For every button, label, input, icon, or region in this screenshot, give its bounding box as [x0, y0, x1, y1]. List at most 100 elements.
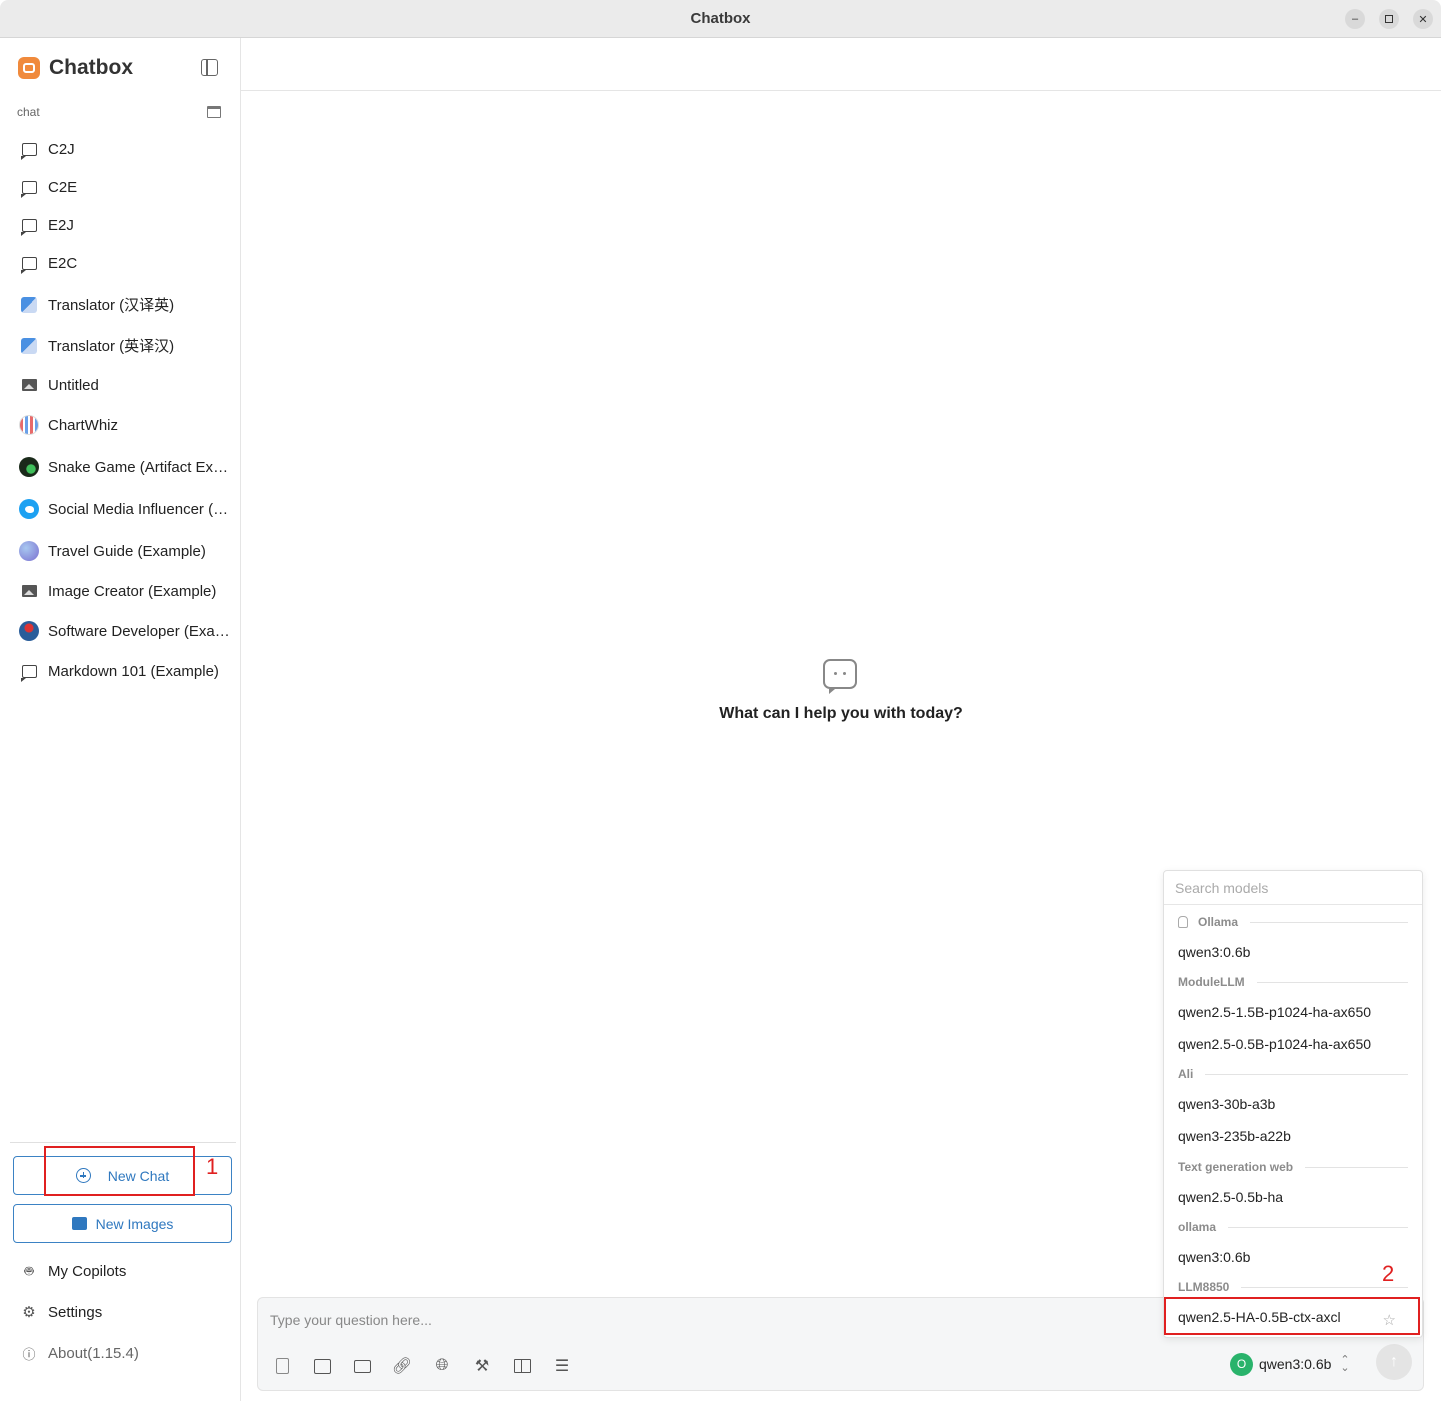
session-item-e2c[interactable]: E2C: [19, 253, 234, 274]
session-item-translator-zh-en[interactable]: Translator (汉译英): [19, 294, 234, 315]
session-item-image-creator[interactable]: Image Creator (Example): [19, 581, 234, 601]
close-button[interactable]: ✕: [1413, 9, 1433, 29]
my-copilots-label: My Copilots: [48, 1263, 127, 1280]
attach-file-icon[interactable]: [272, 1356, 292, 1376]
welcome-text: What can I help you with today?: [719, 705, 963, 722]
send-button[interactable]: ↑: [1376, 1344, 1412, 1380]
settings-item[interactable]: ⚙ Settings: [20, 1303, 102, 1322]
model-search-input[interactable]: [1175, 878, 1410, 898]
session-label: C2E: [48, 178, 78, 196]
image-upload-icon[interactable]: [312, 1356, 332, 1376]
chat-bubble-icon: [19, 661, 39, 682]
hammer-icon[interactable]: ⚒: [472, 1356, 492, 1376]
session-item-markdown-101[interactable]: Markdown 101 (Example): [19, 661, 234, 682]
current-model-label: qwen3:0.6b: [1259, 1356, 1332, 1372]
model-search: [1164, 871, 1422, 905]
model-option[interactable]: qwen3:0.6b: [1178, 944, 1410, 960]
group-header-modulellm: ModuleLLM: [1178, 975, 1408, 989]
model-option[interactable]: qwen2.5-0.5B-p1024-ha-ax650: [1178, 1036, 1410, 1052]
group-header-ollama-lower: ollama: [1178, 1220, 1408, 1234]
my-copilots-item[interactable]: 🤖︎ My Copilots: [20, 1261, 126, 1282]
session-label: Snake Game (Artifact Example): [48, 458, 234, 476]
session-item-travel-guide[interactable]: Travel Guide (Example): [19, 541, 234, 561]
minimize-button[interactable]: –: [1345, 9, 1365, 29]
section-label: chat: [17, 105, 40, 119]
group-header-ollama: Ollama: [1178, 915, 1408, 929]
session-item-chartwhiz[interactable]: ChartWhiz: [19, 415, 234, 435]
session-item-translator-en-zh[interactable]: Translator (英译汉): [19, 335, 234, 356]
minimize-icon: –: [1351, 13, 1359, 25]
model-option[interactable]: qwen2.5-0.5b-ha: [1178, 1189, 1410, 1205]
chat-bot-icon: [823, 659, 857, 694]
brand: Chatbox: [18, 56, 133, 80]
group-label: ollama: [1178, 1220, 1217, 1234]
annotation-box-1: [44, 1146, 195, 1196]
chat-bubble-icon: [19, 215, 39, 236]
model-selector[interactable]: O qwen3:0.6b ⌃ ⌄: [1230, 1352, 1350, 1376]
annotation-box-2: [1164, 1297, 1420, 1335]
sliders-icon[interactable]: ☰: [552, 1356, 572, 1376]
chat-bubble-icon: [19, 253, 39, 274]
annotation-number-1: 1: [206, 1154, 219, 1179]
link-icon[interactable]: 🔗︎: [392, 1356, 412, 1376]
model-option[interactable]: qwen3-30b-a3b: [1178, 1096, 1410, 1112]
group-header-text-generation-web: Text generation web: [1178, 1160, 1408, 1174]
group-label: Ollama: [1198, 915, 1239, 929]
session-label: Translator (汉译英): [48, 297, 175, 314]
translator-avatar-icon: [19, 295, 39, 315]
collapse-sidebar-icon[interactable]: [201, 59, 218, 76]
brand-name: Chatbox: [49, 56, 133, 79]
model-option[interactable]: qwen3:0.6b: [1178, 1249, 1410, 1265]
message-input[interactable]: [270, 1308, 1150, 1332]
session-item-untitled[interactable]: Untitled: [19, 375, 234, 395]
arrow-up-icon: ↑: [1390, 1353, 1398, 1370]
session-label: Software Developer (Example): [48, 622, 234, 640]
model-option[interactable]: qwen3-235b-a22b: [1178, 1128, 1410, 1144]
archive-icon[interactable]: [207, 106, 221, 118]
globe-avatar-icon: [19, 541, 39, 561]
main-header: [241, 38, 1441, 91]
close-icon: ✕: [1418, 13, 1428, 26]
group-label: LLM8850: [1178, 1280, 1230, 1294]
session-item-social-media[interactable]: Social Media Influencer (Example): [19, 499, 234, 519]
session-item-snake-game[interactable]: Snake Game (Artifact Example): [19, 457, 234, 477]
about-item[interactable]: ⓘ About(1.15.4): [20, 1344, 139, 1363]
chevron-up-down-icon: ⌃ ⌄: [1340, 1354, 1350, 1374]
developer-avatar-icon: [19, 621, 39, 641]
book-icon[interactable]: [512, 1356, 532, 1376]
chart-avatar-icon: [19, 415, 39, 435]
group-label: ModuleLLM: [1178, 975, 1245, 989]
sidebar: Chatbox chat C2J C2E E2J E2C Translator …: [0, 38, 241, 1401]
session-item-software-developer[interactable]: Software Developer (Example): [19, 621, 234, 641]
session-item-c2j[interactable]: C2J: [19, 139, 234, 160]
info-icon: ⓘ: [22, 1347, 36, 1362]
group-header-ali: Ali: [1178, 1067, 1408, 1081]
session-item-e2j[interactable]: E2J: [19, 215, 234, 236]
session-label: E2J: [48, 216, 74, 234]
folder-icon[interactable]: [352, 1356, 372, 1376]
session-label: ChartWhiz: [48, 416, 119, 434]
new-images-label: New Images: [95, 1215, 174, 1232]
maximize-icon: [1385, 15, 1393, 23]
about-label: About(1.15.4): [48, 1345, 139, 1362]
session-label: Translator (英译汉): [48, 338, 175, 355]
snake-avatar-icon: [19, 457, 39, 477]
group-label: Text generation web: [1178, 1160, 1294, 1174]
session-item-c2e[interactable]: C2E: [19, 177, 234, 198]
new-images-button[interactable]: New Images: [13, 1204, 232, 1243]
annotation-number-2: 2: [1382, 1261, 1395, 1286]
gear-icon: ⚙: [22, 1304, 36, 1321]
model-option[interactable]: qwen2.5-1.5B-p1024-ha-ax650: [1178, 1004, 1410, 1020]
chat-bubble-icon: [19, 177, 39, 198]
add-image-icon: [71, 1217, 87, 1230]
maximize-button[interactable]: [1379, 9, 1399, 29]
session-label: Untitled: [48, 376, 99, 394]
sidebar-divider: [10, 1142, 236, 1143]
image-icon: [19, 375, 39, 395]
session-label: Social Media Influencer (Example): [48, 500, 234, 518]
chat-bubble-icon: [19, 139, 39, 160]
session-label: Markdown 101 (Example): [48, 662, 219, 680]
globe-icon[interactable]: 🌐︎: [432, 1356, 452, 1376]
session-label: Travel Guide (Example): [48, 542, 206, 560]
model-avatar: O: [1230, 1352, 1253, 1376]
